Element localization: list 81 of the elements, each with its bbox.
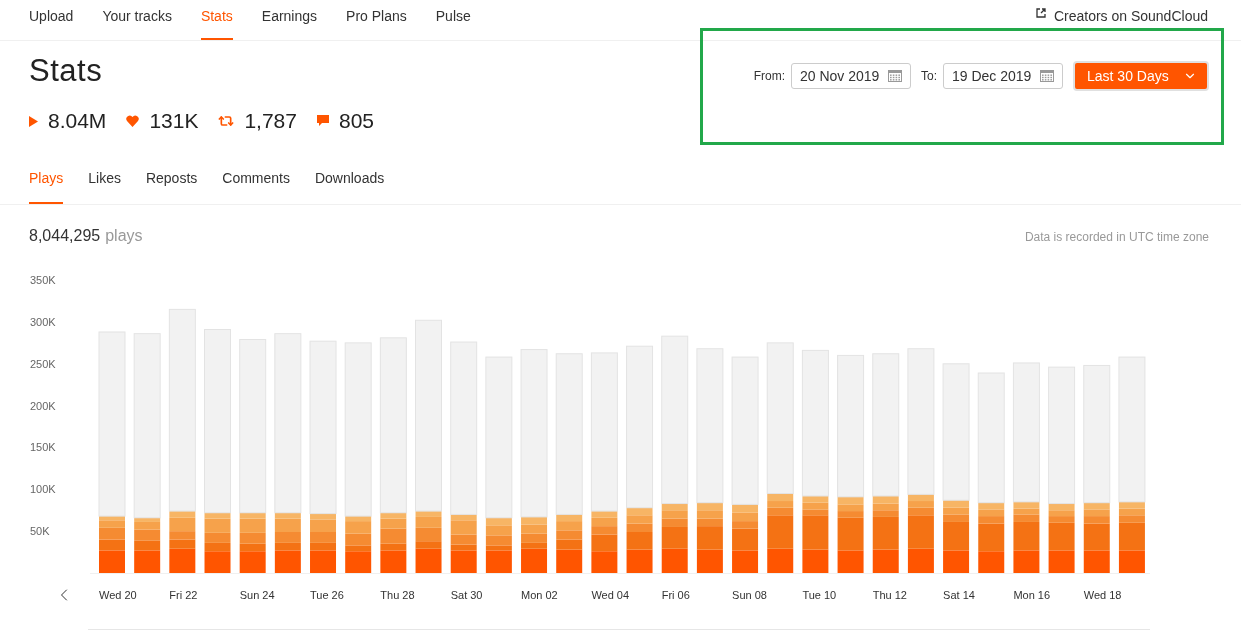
y-axis-label: 200K	[30, 399, 56, 412]
x-axis-label: Sat 14	[943, 589, 975, 601]
nav-link[interactable]: Your tracks	[102, 0, 172, 40]
bar-segment	[204, 532, 231, 543]
bar-segment	[1118, 550, 1145, 573]
x-axis-label: Sat 30	[450, 589, 483, 601]
bar-segment	[872, 549, 899, 573]
calendar-icon	[888, 70, 902, 82]
nav-link[interactable]: Earnings	[261, 0, 318, 40]
stats-tab[interactable]: Downloads	[314, 162, 385, 204]
y-axis-label: 100K	[30, 483, 56, 496]
from-label: From:	[753, 69, 785, 83]
total-count: 8.04M	[48, 109, 107, 133]
nav-link[interactable]: Pro Plans	[346, 0, 407, 40]
bar-segment	[767, 548, 794, 573]
bar-segment	[732, 550, 759, 573]
bar-segment	[626, 549, 653, 573]
x-axis-label: Mon 02	[521, 589, 558, 601]
total-count: 131K	[149, 109, 199, 133]
bar-segment	[521, 524, 548, 534]
stats-tab[interactable]: Comments	[222, 162, 290, 204]
bar-segment	[591, 517, 618, 527]
to-label: To:	[921, 69, 937, 83]
x-axis-label: Wed 18	[1083, 589, 1122, 601]
stats-tab[interactable]: Likes	[88, 162, 121, 204]
x-axis-label: Mon 16	[1013, 589, 1051, 601]
bar-segment	[732, 512, 759, 522]
bar-segment	[239, 532, 266, 544]
bar-segment	[485, 525, 512, 536]
y-axis-label: 350K	[30, 274, 56, 287]
comment-icon	[317, 115, 329, 127]
page-title: Stats	[29, 53, 104, 89]
nav-link[interactable]: Upload	[29, 0, 74, 40]
plays-unit: plays	[105, 227, 143, 244]
bar-segment	[1048, 550, 1075, 573]
bar-segment	[1013, 550, 1040, 573]
bar-segment	[907, 548, 934, 573]
bar-segment	[134, 529, 161, 541]
stats-tab[interactable]: Reposts	[145, 162, 198, 204]
bar-segment	[978, 551, 1005, 573]
timezone-note: Data is recorded in UTC time zone	[1024, 230, 1209, 244]
calendar-icon	[1040, 70, 1054, 82]
x-axis-label: Thu 12	[872, 589, 907, 601]
x-axis-label: Tue 10	[802, 589, 837, 601]
bar-segment	[661, 510, 688, 519]
external-link-icon	[1035, 8, 1046, 18]
y-axis-label: 300K	[30, 315, 56, 328]
nav-link[interactable]: Pulse	[435, 0, 471, 40]
link-text: Creators on SoundCloud	[1053, 8, 1208, 24]
total-count: 805	[339, 109, 375, 133]
y-axis-label: 50K	[30, 525, 50, 538]
heart-icon	[126, 115, 140, 127]
repost-icon	[218, 113, 235, 129]
bar-segment	[521, 533, 548, 543]
x-axis-label: Sun 08	[732, 589, 767, 601]
x-axis-label: Wed 20	[99, 589, 137, 601]
bar-segment	[696, 510, 723, 519]
x-axis-label: Fri 06	[661, 589, 690, 601]
bar-segment	[626, 515, 653, 524]
x-axis-label: Fri 22	[169, 589, 198, 601]
bar-segment	[696, 549, 723, 573]
bar-segment	[1083, 550, 1110, 573]
bar-segment	[310, 532, 336, 543]
bar-segment	[591, 551, 618, 573]
x-axis-label: Thu 28	[380, 589, 415, 601]
bar-segment	[556, 521, 583, 531]
creators-link[interactable]: Creators on SoundCloud	[1035, 0, 1208, 40]
bar-segment	[661, 548, 688, 573]
x-axis-label: Tue 26	[310, 589, 344, 601]
y-axis-label: 250K	[30, 357, 56, 370]
x-axis-label: Wed 04	[591, 589, 630, 601]
total-count: 1,787	[244, 109, 297, 133]
bar-segment	[556, 530, 583, 540]
bar-segment	[943, 550, 970, 573]
bar-segment	[274, 532, 301, 543]
plays-count: 8,044,295	[29, 227, 101, 244]
x-axis-label: Sun 24	[239, 589, 275, 601]
date-field[interactable]: 20 Nov 2019	[791, 63, 911, 89]
play-icon	[29, 115, 38, 127]
y-axis-label: 150K	[30, 441, 56, 454]
date-field[interactable]: 19 Dec 2019	[943, 63, 1063, 89]
